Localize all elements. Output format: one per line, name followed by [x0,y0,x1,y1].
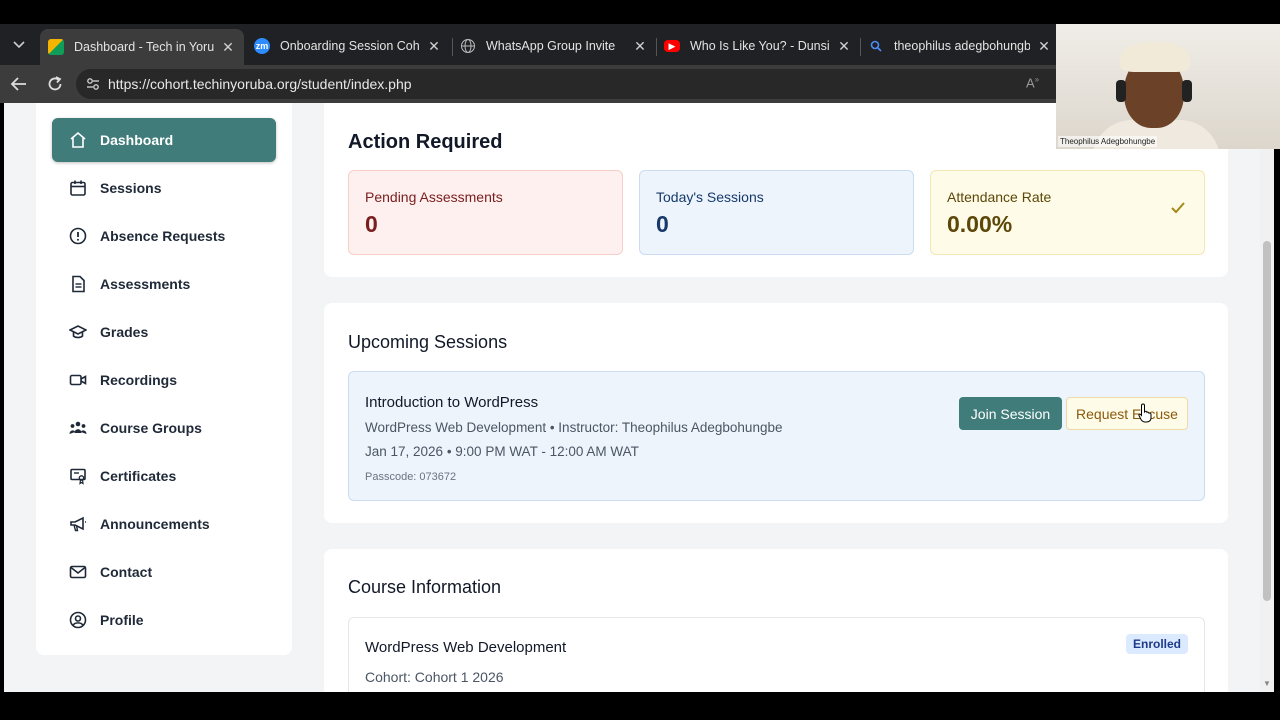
page-content: Dashboard Sessions Absence Requests Asse… [4,103,1274,692]
stat-label: Attendance Rate [947,189,1052,205]
join-session-button[interactable]: Join Session [959,397,1062,430]
headset-icon [1116,80,1126,102]
scroll-thumb[interactable] [1263,241,1271,601]
sidebar-item-absence-requests[interactable]: Absence Requests [52,214,276,258]
stat-todays-sessions: Today's Sessions 0 [639,170,914,255]
sidebar-item-label: Grades [100,324,149,340]
stat-label: Pending Assessments [365,189,503,205]
sidebar-item-recordings[interactable]: Recordings [52,358,276,402]
course-name: WordPress Web Development [365,639,567,656]
tab-whatsapp[interactable]: WhatsApp Group Invite ✕ [452,31,656,61]
google-sites-icon [48,39,64,55]
screen: Dashboard - Tech in Yoruba ✕ zm Onboardi… [0,0,1280,720]
home-icon [68,130,88,150]
stat-attendance-rate: Attendance Rate 0.00% [930,170,1205,255]
stat-label: Today's Sessions [656,189,764,205]
tab-onboarding[interactable]: zm Onboarding Session Cohort ✕ [246,31,450,61]
stat-pending-assessments: Pending Assessments 0 [348,170,623,255]
sidebar-item-label: Dashboard [100,132,174,148]
webcam-person-cap [1120,42,1190,72]
alert-circle-icon [68,226,88,246]
tab-title: Dashboard - Tech in Yoruba [74,40,214,54]
session-time: Jan 17, 2026 • 9:00 PM WAT - 12:00 AM WA… [365,444,639,459]
session-passcode: Passcode: 073672 [365,471,457,483]
close-icon[interactable]: ✕ [836,38,852,55]
sidebar-item-contact[interactable]: Contact [52,550,276,594]
sidebar-item-announcements[interactable]: Announcements [52,502,276,546]
action-required-title: Action Required [348,131,503,153]
sidebar-item-label: Assessments [100,276,191,292]
sidebar-item-label: Announcements [100,516,210,532]
close-icon[interactable]: ✕ [426,38,442,55]
check-icon [1170,201,1186,220]
stat-value: 0 [656,211,669,237]
reload-icon[interactable] [44,73,66,95]
stat-value: 0.00% [947,211,1013,237]
sidebar-item-label: Absence Requests [100,228,226,244]
course-cohort: Cohort: Cohort 1 2026 [365,669,504,685]
tab-title: Onboarding Session Cohort [280,39,420,53]
upcoming-sessions-title: Upcoming Sessions [348,332,508,352]
sidebar: Dashboard Sessions Absence Requests Asse… [36,103,292,655]
close-icon[interactable]: ✕ [220,39,236,56]
scroll-down-arrow-icon[interactable]: ▼ [1263,679,1271,688]
tab-title: WhatsApp Group Invite [486,39,616,53]
sidebar-item-profile[interactable]: Profile [52,598,276,642]
globe-icon [460,38,476,54]
zoom-icon: zm [254,38,270,54]
webcam-name-label: Theophilus Adegbohungbe [1058,136,1158,147]
sidebar-item-label: Certificates [100,468,177,484]
youtube-icon: ▶ [664,40,680,52]
calendar-icon [68,178,88,198]
hand-cursor-icon [1138,403,1154,428]
sidebar-item-label: Sessions [100,180,162,196]
site-info-icon[interactable] [86,77,100,91]
webcam-overlay: Theophilus Adegbohungbe [1056,24,1280,149]
sidebar-item-course-groups[interactable]: Course Groups [52,406,276,450]
users-icon [68,418,88,438]
page-scrollbar[interactable]: ▲ ▼ [1260,103,1274,692]
sidebar-item-certificates[interactable]: Certificates [52,454,276,498]
sidebar-item-sessions[interactable]: Sessions [52,166,276,210]
tab-title: Who Is Like You? - Dunsin O [690,39,830,53]
sidebar-item-label: Profile [100,612,144,628]
session-title: Introduction to WordPress [365,394,539,411]
user-circle-icon [68,610,88,630]
sidebar-item-label: Course Groups [100,420,202,436]
sidebar-item-grades[interactable]: Grades [52,310,276,354]
course-item: WordPress Web Development Cohort: Cohort… [348,617,1205,692]
sidebar-item-assessments[interactable]: Assessments [52,262,276,306]
stat-value: 0 [365,211,378,237]
sidebar-item-label: Contact [100,564,153,580]
mail-icon [68,562,88,582]
sidebar-item-label: Recordings [100,372,178,388]
certificate-icon [68,466,88,486]
close-icon[interactable]: ✕ [632,38,648,55]
course-information-title: Course Information [348,577,502,597]
back-arrow-icon[interactable] [8,73,30,95]
session-item: Introduction to WordPress WordPress Web … [348,371,1205,501]
tab-search-icon[interactable] [8,34,30,56]
headset-icon [1182,80,1192,102]
read-aloud-icon[interactable]: A» [1026,75,1039,90]
video-icon [68,370,88,390]
tab-youtube[interactable]: ▶ Who Is Like You? - Dunsin O ✕ [656,31,860,61]
close-icon[interactable]: ✕ [1036,38,1052,55]
tab-dashboard[interactable]: Dashboard - Tech in Yoruba ✕ [40,29,244,65]
enrolled-badge: Enrolled [1125,634,1188,654]
sidebar-item-dashboard[interactable]: Dashboard [52,118,276,162]
graduation-cap-icon [68,322,88,342]
document-icon [68,274,88,294]
url-input[interactable]: https://cohort.techinyoruba.org/student/… [76,69,1076,99]
tab-title: theophilus adegbohungbe [894,39,1030,53]
megaphone-icon [68,514,88,534]
url-text: https://cohort.techinyoruba.org/student/… [108,76,412,92]
search-icon [868,38,884,54]
session-subtitle: WordPress Web Development • Instructor: … [365,420,783,435]
request-excuse-button[interactable]: Request Excuse [1066,397,1188,430]
tab-search[interactable]: theophilus adegbohungbe ✕ [860,31,1060,61]
